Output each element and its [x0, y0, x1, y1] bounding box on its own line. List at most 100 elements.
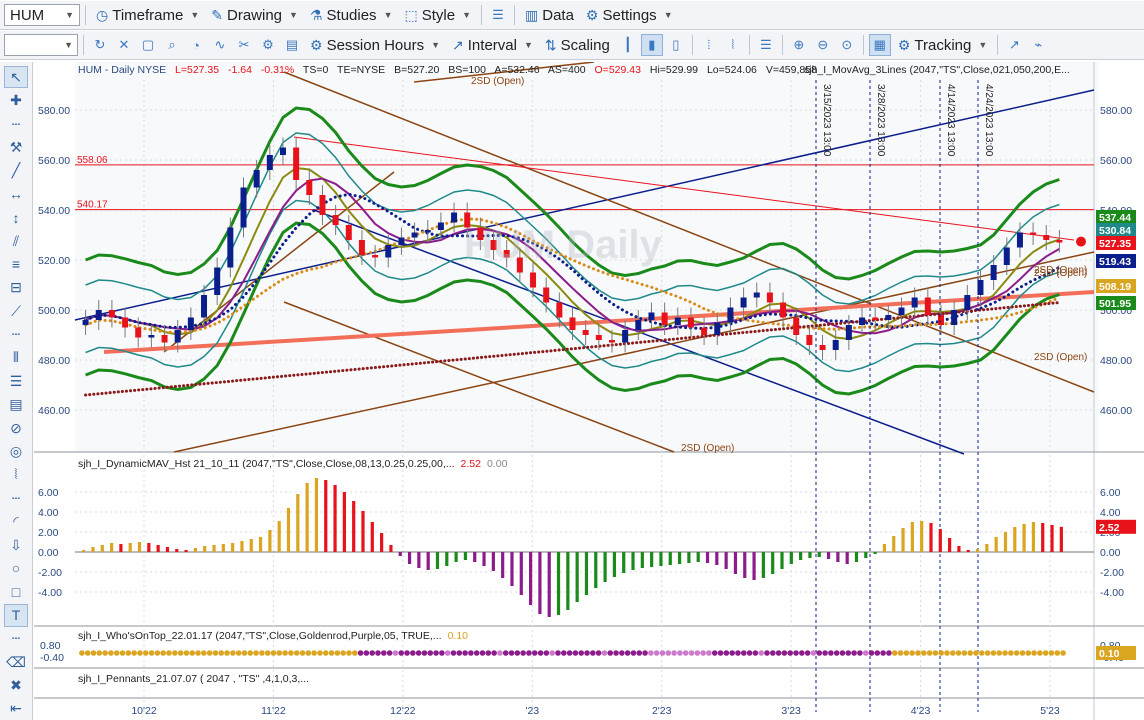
pointer-icon[interactable]: ↖ — [4, 66, 28, 89]
who-dot — [497, 650, 503, 656]
chevron-down-icon[interactable]: ▼ — [65, 10, 74, 20]
bar-chart-icon[interactable]: ┃ — [617, 34, 639, 56]
arrow-down-icon[interactable]: ⇩ — [4, 534, 28, 556]
speed-icon[interactable]: ◎ — [4, 440, 28, 462]
who-dot — [340, 650, 346, 656]
hist-bar — [100, 545, 104, 552]
delete-icon[interactable]: ✖ — [4, 674, 28, 696]
who-dot — [897, 650, 904, 656]
image-icon[interactable]: ▤ — [281, 34, 303, 56]
who-dot — [142, 650, 149, 656]
chevron-down-icon: ▼ — [978, 40, 988, 50]
hist-bar — [1059, 526, 1063, 552]
bars-wide-icon[interactable]: ⦚ — [722, 34, 744, 56]
who-dot — [578, 650, 585, 656]
channel-icon[interactable]: ⫽ — [4, 230, 28, 252]
scaling-menu[interactable]: ⇅ Scaling — [540, 33, 615, 57]
hist-bar — [845, 552, 849, 564]
studies-menu[interactable]: ⚗ Studies ▼ — [305, 3, 398, 27]
date-marker-label: 4/24/2023 13:00 — [983, 84, 994, 157]
fib-icon[interactable]: ⊟ — [4, 277, 28, 299]
candle-body — [1043, 235, 1050, 240]
who-dot — [1025, 650, 1032, 656]
who-dot — [996, 650, 1003, 656]
rectangle-icon[interactable]: □ — [4, 581, 28, 603]
chart-area[interactable]: 3/15/2023 13:00 3/28/2023 13:00 4/14/2023 … — [34, 62, 1144, 720]
refresh-icon[interactable]: ↻ — [89, 34, 111, 56]
candle-body — [924, 297, 931, 315]
panes-icon[interactable]: ☰ — [755, 34, 777, 56]
bars-icon[interactable]: ⦀ — [4, 347, 28, 369]
wrench-icon[interactable]: ⚒ — [4, 136, 28, 158]
window-icon[interactable]: ▢ — [137, 34, 159, 56]
layout-icon[interactable]: ☰ — [487, 4, 509, 26]
crosshair-icon[interactable]: ✚ — [4, 89, 28, 111]
who-dot — [619, 650, 625, 656]
trendline-icon[interactable]: ╱ — [4, 160, 28, 182]
zoom-in-icon[interactable]: ⊕ — [788, 34, 810, 56]
drawing-menu[interactable]: ✎ Drawing ▼ — [206, 3, 303, 27]
vertical-line-icon[interactable]: ↕ — [4, 206, 28, 228]
who-dot — [857, 650, 863, 656]
settings-small-icon[interactable]: ⚙ — [257, 34, 279, 56]
timeframe-menu[interactable]: ◷ Timeframe ▼ — [91, 3, 204, 27]
gauge-icon[interactable]: ◔ — [185, 34, 207, 56]
tracking-menu[interactable]: ⚙ Tracking ▼ — [893, 33, 992, 57]
zoom-reset-icon[interactable]: ⊙ — [836, 34, 858, 56]
cycle-icon[interactable]: ⦚ — [4, 464, 28, 486]
who-dot — [839, 650, 846, 656]
parallel-lines-icon[interactable]: ≡ — [4, 253, 28, 275]
gann-icon[interactable]: ⊘ — [4, 417, 28, 439]
hist-bar — [184, 550, 188, 552]
hist-tick-left: 4.00 — [38, 507, 59, 519]
grid-icon[interactable]: ▦ — [868, 34, 891, 56]
who-dot — [531, 650, 538, 656]
cut-icon[interactable]: ✂ — [233, 34, 255, 56]
hist-bar — [994, 537, 998, 552]
session-hours-menu[interactable]: ⚙ Session Hours ▼ — [305, 33, 445, 57]
who-dot — [398, 650, 405, 656]
interval-menu[interactable]: ↗ Interval ▼ — [447, 33, 538, 57]
arc-icon[interactable]: ◜ — [4, 511, 28, 533]
collapse-icon[interactable]: ⇤ — [4, 698, 28, 720]
who-dot — [949, 650, 956, 656]
bars-narrow-icon[interactable]: ⦙ — [698, 34, 720, 56]
who-dot — [96, 650, 103, 656]
chevron-down-icon: ▼ — [383, 10, 393, 20]
who-dot — [473, 650, 480, 656]
grid-lines-icon[interactable]: ▤ — [4, 394, 28, 416]
style-menu[interactable]: ⬚ Style ▼ — [399, 3, 476, 27]
hist-bar — [705, 552, 710, 563]
cross-icon[interactable]: ✕ — [113, 34, 135, 56]
text-icon[interactable]: T — [4, 604, 28, 627]
candle-body — [793, 317, 800, 335]
levels-icon[interactable]: ☰ — [4, 370, 28, 392]
trend-icon[interactable]: ↗ — [1003, 34, 1025, 56]
hist-bar — [752, 552, 756, 580]
hist-bar — [528, 552, 533, 605]
settings-menu[interactable]: ⚙ Settings ▼ — [581, 3, 678, 27]
toolbar-divider — [481, 5, 482, 25]
hist-bar — [910, 522, 914, 552]
eraser-icon[interactable]: ⌫ — [4, 651, 28, 673]
hollow-candle-icon[interactable]: ▯ — [665, 34, 687, 56]
circle-icon[interactable]: ○ — [4, 557, 28, 579]
data-menu[interactable]: ▥ Data — [520, 3, 579, 27]
chart-line-icon[interactable]: ∿ — [209, 34, 231, 56]
candle-chart-icon[interactable]: ▮ — [640, 34, 663, 56]
horizontal-line-icon[interactable]: ↔ — [4, 183, 28, 205]
hist-bar — [1041, 523, 1045, 552]
candle-body — [437, 222, 444, 230]
x-tick-label: 5'23 — [1040, 705, 1060, 717]
hist-bar — [780, 552, 784, 569]
regression-icon[interactable]: ⟋ — [4, 300, 28, 322]
candle-body — [451, 212, 458, 223]
symbol-input[interactable]: HUM ▼ — [4, 4, 80, 26]
zoom-search-icon[interactable]: ⌕ — [161, 34, 183, 56]
zoom-out-icon[interactable]: ⊖ — [812, 34, 834, 56]
candle-body — [806, 335, 813, 345]
pulse-icon[interactable]: ⌁ — [1027, 34, 1049, 56]
workspace-select[interactable]: ▼ — [4, 34, 78, 56]
candle-body — [911, 297, 918, 308]
who-dot — [427, 650, 434, 656]
